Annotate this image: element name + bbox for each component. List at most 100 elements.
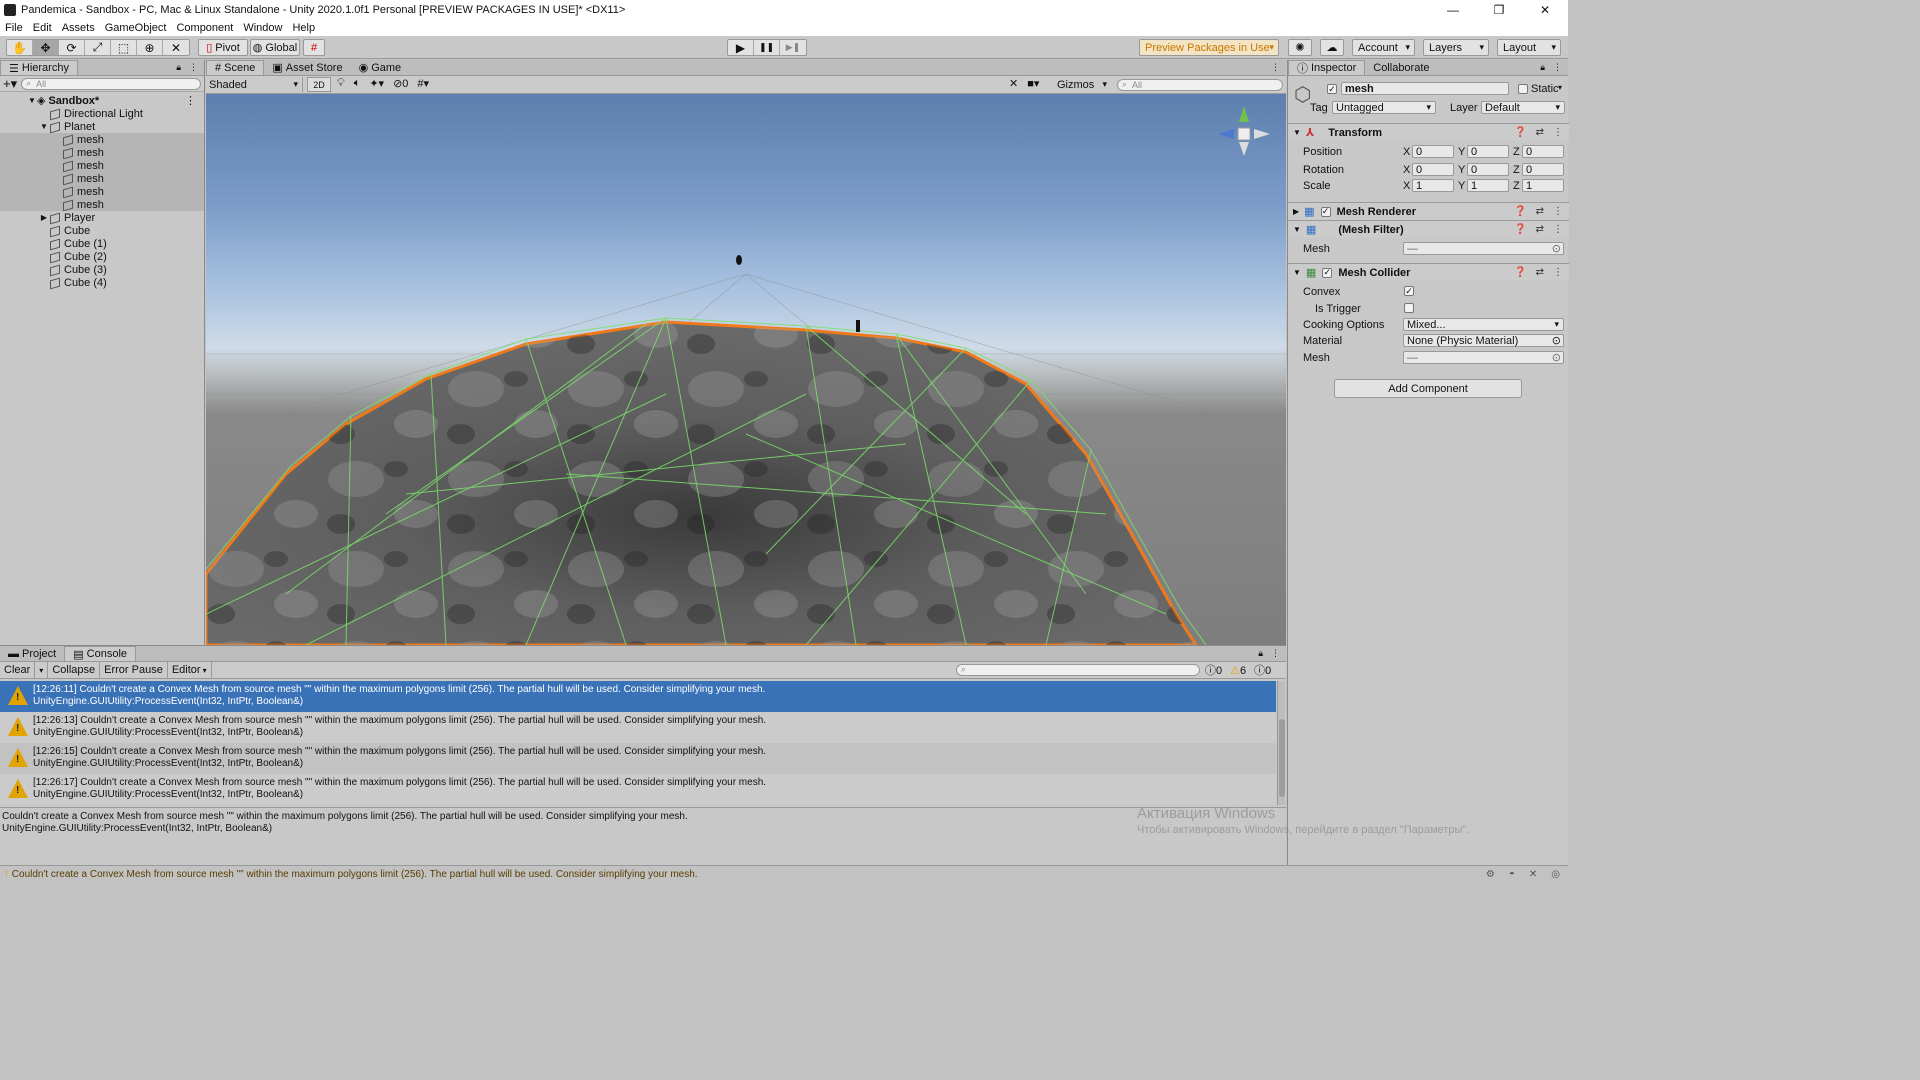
warning-filter-toggle[interactable]: ⚠6 bbox=[1230, 664, 1246, 677]
help-icon[interactable]: ❓ bbox=[1514, 267, 1526, 278]
preset-icon[interactable]: ⇄ bbox=[1536, 127, 1544, 138]
object-name-input[interactable]: mesh bbox=[1341, 82, 1509, 95]
close-button[interactable]: ✕ bbox=[1522, 0, 1568, 19]
hierarchy-item[interactable]: Cube (2) bbox=[0, 250, 204, 263]
mesh-renderer-header[interactable]: ▶ ▦ ✓ Mesh Renderer ❓ ⇄ ⋮ bbox=[1288, 202, 1569, 220]
gizmos-dropdown[interactable]: Gizmos bbox=[1055, 77, 1111, 92]
debug-mode-icon[interactable]: ✕ bbox=[1529, 869, 1537, 880]
scale-z-field[interactable]: 1 bbox=[1522, 179, 1564, 192]
orientation-gizmo[interactable] bbox=[1218, 106, 1270, 156]
scale-y-field[interactable]: 1 bbox=[1467, 179, 1509, 192]
tab-collaborate[interactable]: Collaborate bbox=[1365, 60, 1437, 75]
toggle-2d-button[interactable]: 2D bbox=[307, 77, 331, 92]
error-filter-toggle[interactable]: ⓘ0 bbox=[1254, 662, 1271, 678]
services-icon[interactable]: ✺ bbox=[1288, 39, 1312, 56]
tab-project[interactable]: ▬ Project bbox=[0, 646, 64, 661]
log-entry[interactable]: ! [12:26:13] Couldn't create a Convex Me… bbox=[0, 712, 1276, 743]
tab-hierarchy[interactable]: ☰ Hierarchy bbox=[0, 60, 78, 75]
grid-toggle-icon[interactable]: #▾ bbox=[417, 77, 429, 90]
preview-packages-button[interactable]: Preview Packages in Use bbox=[1139, 39, 1279, 56]
tag-dropdown[interactable]: Untagged bbox=[1332, 101, 1436, 114]
create-plus-icon[interactable]: +▾ bbox=[3, 76, 17, 92]
rotation-y-field[interactable]: 0 bbox=[1467, 163, 1509, 176]
scene-search-input[interactable]: All bbox=[1117, 79, 1283, 91]
pivot-toggle[interactable]: ▯ Pivot bbox=[198, 39, 248, 56]
collapse-button[interactable]: Collapse bbox=[48, 662, 101, 678]
fold-arrow-icon[interactable]: ▼ bbox=[1293, 268, 1301, 277]
preset-icon[interactable]: ⇄ bbox=[1536, 267, 1544, 278]
layers-dropdown[interactable]: Layers bbox=[1423, 39, 1489, 56]
scale-tool-icon[interactable]: ⤢ bbox=[85, 40, 111, 55]
hierarchy-item[interactable]: Cube (4) bbox=[0, 276, 204, 289]
context-menu-icon[interactable]: ⋮ bbox=[1553, 267, 1563, 278]
error-pause-button[interactable]: Error Pause bbox=[100, 662, 168, 678]
lock-icon[interactable]: 🔒︎ bbox=[176, 62, 181, 73]
camera-icon[interactable]: ■▾ bbox=[1027, 77, 1039, 90]
rect-tool-icon[interactable]: ⬚ bbox=[111, 40, 137, 55]
info-filter-toggle[interactable]: ⓘ0 bbox=[1205, 662, 1222, 678]
hidden-objects-icon[interactable]: ⊘0 bbox=[393, 77, 408, 90]
rotate-tool-icon[interactable]: ⟳ bbox=[59, 40, 85, 55]
menu-file[interactable]: File bbox=[0, 22, 28, 34]
scene-root[interactable]: ▼ ◈ Sandbox* ⋮ bbox=[0, 94, 204, 108]
scene-menu-icon[interactable]: ⋮ bbox=[185, 94, 196, 107]
convex-checkbox[interactable]: ✓ bbox=[1404, 286, 1414, 296]
custom-tool-icon[interactable]: ✕ bbox=[163, 40, 189, 55]
snap-grid-button[interactable]: # bbox=[303, 39, 325, 56]
collider-mesh-field[interactable]: — ⊙ bbox=[1403, 351, 1564, 364]
log-scrollbar[interactable] bbox=[1277, 681, 1285, 805]
menu-assets[interactable]: Assets bbox=[57, 22, 100, 34]
tab-scene[interactable]: # Scene bbox=[206, 60, 265, 75]
position-x-field[interactable]: 0 bbox=[1412, 145, 1454, 158]
panel-menu-icon[interactable]: ⋮ bbox=[1553, 62, 1562, 73]
preset-icon[interactable]: ⇄ bbox=[1536, 206, 1544, 217]
auto-generate-lighting-icon[interactable]: ◓ bbox=[1509, 869, 1515, 880]
lock-icon[interactable]: 🔒︎ bbox=[1540, 62, 1545, 73]
global-toggle[interactable]: ◍ Global bbox=[250, 39, 300, 56]
object-picker-icon[interactable]: ⊙ bbox=[1552, 351, 1561, 364]
draw-mode-dropdown[interactable]: Shaded bbox=[206, 77, 303, 92]
cloud-icon[interactable]: ☁ bbox=[1320, 39, 1344, 56]
minimize-button[interactable]: — bbox=[1430, 0, 1476, 19]
hierarchy-item[interactable]: mesh bbox=[0, 159, 204, 172]
help-icon[interactable]: ❓ bbox=[1514, 224, 1526, 235]
audio-icon[interactable]: 🔈︎ bbox=[354, 77, 361, 90]
menu-window[interactable]: Window bbox=[238, 22, 287, 34]
mesh-filter-mesh-field[interactable]: — ⊙ bbox=[1403, 242, 1564, 255]
transform-header[interactable]: ▼ ⅄ Transform ❓ ⇄ ⋮ bbox=[1288, 123, 1569, 141]
hierarchy-item[interactable]: mesh bbox=[0, 198, 204, 211]
position-z-field[interactable]: 0 bbox=[1522, 145, 1564, 158]
hierarchy-item[interactable]: mesh bbox=[0, 133, 204, 146]
menu-component[interactable]: Component bbox=[171, 22, 238, 34]
status-message[interactable]: Couldn't create a Convex Mesh from sourc… bbox=[12, 869, 698, 880]
panel-menu-icon[interactable]: ⋮ bbox=[1271, 648, 1280, 659]
scale-x-field[interactable]: 1 bbox=[1412, 179, 1454, 192]
hierarchy-item[interactable]: mesh bbox=[0, 172, 204, 185]
hierarchy-item[interactable]: mesh bbox=[0, 185, 204, 198]
maximize-button[interactable]: ❐ bbox=[1476, 0, 1522, 19]
mesh-collider-enabled-checkbox[interactable]: ✓ bbox=[1322, 267, 1333, 278]
collapse-arrow-icon[interactable]: ▶ bbox=[39, 213, 49, 222]
material-field[interactable]: None (Physic Material) ⊙ bbox=[1403, 334, 1564, 347]
fold-arrow-icon[interactable]: ▼ bbox=[1293, 128, 1301, 137]
static-checkbox[interactable] bbox=[1518, 84, 1528, 94]
tab-console[interactable]: ▤ Console bbox=[64, 646, 137, 661]
panel-menu-icon[interactable]: ⋮ bbox=[1271, 62, 1280, 73]
panel-menu-icon[interactable]: ⋮ bbox=[189, 62, 198, 73]
hierarchy-item[interactable]: Cube (3) bbox=[0, 263, 204, 276]
active-checkbox[interactable]: ✓ bbox=[1327, 84, 1337, 94]
add-component-button[interactable]: Add Component bbox=[1334, 379, 1522, 398]
help-icon[interactable]: ❓ bbox=[1514, 127, 1526, 138]
cache-server-icon[interactable]: ◎ bbox=[1551, 869, 1560, 880]
account-dropdown[interactable]: Account bbox=[1352, 39, 1415, 56]
menu-gameobject[interactable]: GameObject bbox=[100, 22, 172, 34]
layer-dropdown[interactable]: Default bbox=[1481, 101, 1565, 114]
static-dropdown-icon[interactable]: ▾ bbox=[1558, 83, 1562, 92]
help-icon[interactable]: ❓ bbox=[1514, 206, 1526, 217]
mesh-renderer-enabled-checkbox[interactable]: ✓ bbox=[1320, 206, 1331, 217]
fold-arrow-icon[interactable]: ▼ bbox=[1293, 225, 1301, 234]
expand-arrow-icon[interactable]: ▼ bbox=[27, 96, 37, 105]
rotation-x-field[interactable]: 0 bbox=[1412, 163, 1454, 176]
context-menu-icon[interactable]: ⋮ bbox=[1553, 206, 1563, 217]
hierarchy-item[interactable]: ▶ Player bbox=[0, 211, 204, 224]
